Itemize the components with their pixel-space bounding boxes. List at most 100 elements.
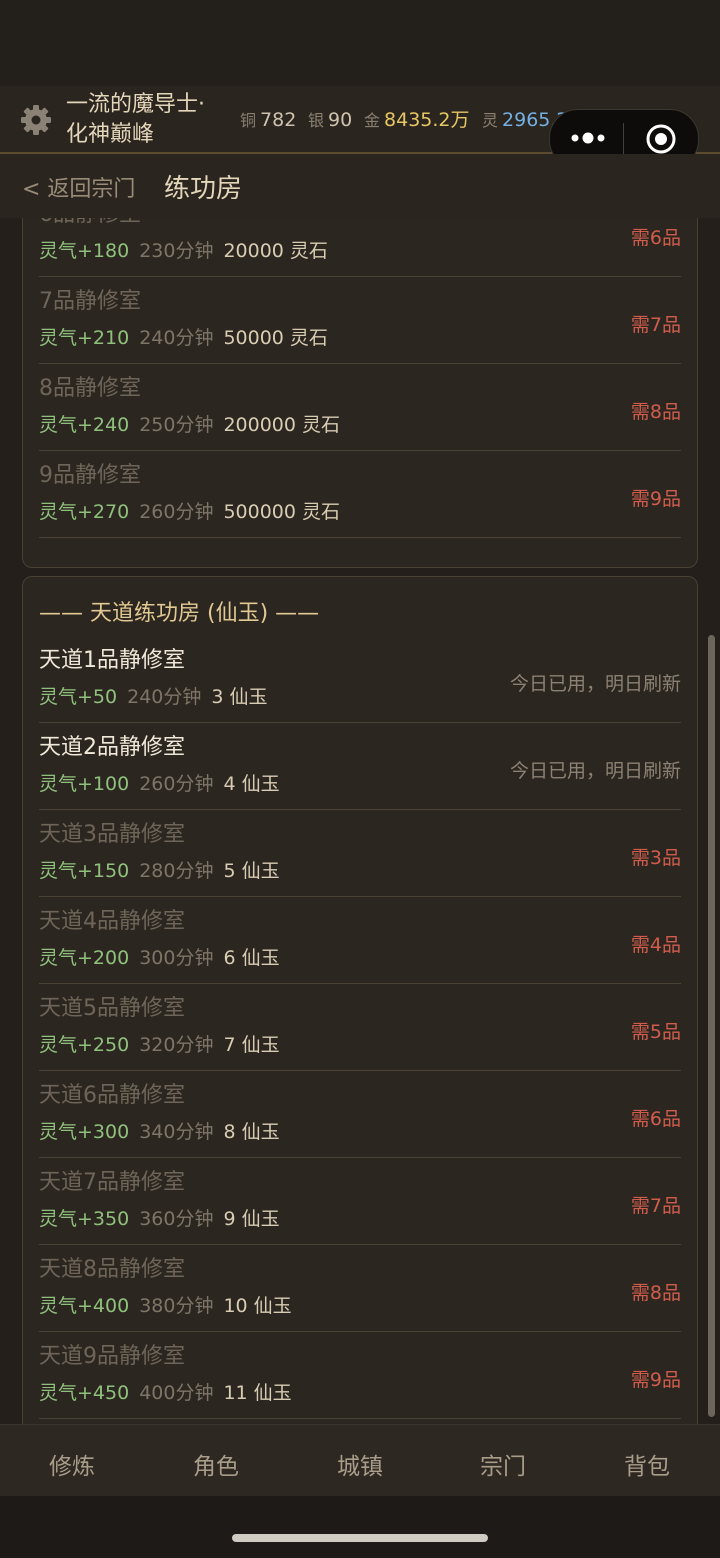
room-requirement: 需9品 xyxy=(630,1369,681,1391)
room-cost: 20000 灵石 xyxy=(223,240,328,262)
room-requirement: 需7品 xyxy=(630,1195,681,1217)
room-item[interactable]: 8品静修室 灵气+240 250分钟 200000 灵石 需8品 xyxy=(39,363,681,451)
room-item[interactable]: 天道3品静修室 灵气+150 280分钟 5 仙玉 需3品 xyxy=(39,809,681,897)
room-name: 8品静修室 xyxy=(39,376,141,401)
system-home-bar xyxy=(0,1496,720,1558)
room-qi: 灵气+250 xyxy=(39,1034,130,1056)
room-cost: 6 仙玉 xyxy=(223,947,280,969)
room-time: 260分钟 xyxy=(139,501,214,523)
room-status: 今日已用，明日刷新 xyxy=(509,760,681,782)
room-cost: 500000 灵石 xyxy=(223,501,341,523)
room-qi: 灵气+180 xyxy=(39,240,130,262)
room-requirement: 需8品 xyxy=(630,401,681,423)
room-item[interactable]: 天道4品静修室 灵气+200 300分钟 6 仙玉 需4品 xyxy=(39,896,681,984)
room-time: 260分钟 xyxy=(139,773,214,795)
room-qi: 灵气+300 xyxy=(39,1121,130,1143)
back-to-sect-link[interactable]: < 返回宗门 xyxy=(22,171,135,203)
room-item[interactable]: 天道2品静修室 灵气+100 260分钟 4 仙玉 今日已用，明日刷新 xyxy=(39,722,681,810)
room-info: 灵气+180 230分钟 20000 灵石 xyxy=(39,239,328,263)
close-miniprogram-icon[interactable] xyxy=(645,123,677,155)
room-info: 灵气+50 240分钟 3 仙玉 xyxy=(39,685,268,709)
silver-currency: 银 90 xyxy=(308,108,352,133)
silver-label: 银 xyxy=(308,111,325,130)
tab-bag[interactable]: 背包 xyxy=(587,1447,707,1481)
tab-sect[interactable]: 宗门 xyxy=(443,1447,563,1481)
tiandao-room-card: —— 天道练功房 (仙玉) —— 天道1品静修室 灵气+50 240分钟 3 仙玉 … xyxy=(22,576,698,1424)
room-item[interactable]: 天道6品静修室 灵气+300 340分钟 8 仙玉 需6品 xyxy=(39,1070,681,1158)
room-name: 天道7品静修室 xyxy=(39,1170,185,1195)
spirit-label: 灵 xyxy=(482,111,499,130)
room-requirement: 需4品 xyxy=(630,934,681,956)
bottom-tab-bar: 修炼 角色 城镇 宗门 背包 xyxy=(0,1424,720,1497)
room-qi: 灵气+210 xyxy=(39,327,130,349)
room-name: 天道9品静修室 xyxy=(39,1344,185,1369)
home-indicator[interactable] xyxy=(232,1534,488,1542)
room-item[interactable]: 天道7品静修室 灵气+350 360分钟 9 仙玉 需7品 xyxy=(39,1157,681,1245)
room-name: 天道8品静修室 xyxy=(39,1257,185,1282)
room-cost: 7 仙玉 xyxy=(223,1034,280,1056)
room-item[interactable]: 9品静修室 灵气+270 260分钟 500000 灵石 需9品 xyxy=(39,450,681,538)
capsule-divider xyxy=(623,123,624,155)
tab-character[interactable]: 角色 xyxy=(156,1447,276,1481)
player-title-text: 一流的魔导士· xyxy=(66,92,205,117)
room-list-scroll[interactable]: 6品静修室 灵气+180 230分钟 20000 灵石 需6品 7品静修室 灵气+2… xyxy=(0,218,720,1424)
room-info: 灵气+240 250分钟 200000 灵石 xyxy=(39,413,340,437)
room-item[interactable]: 7品静修室 灵气+210 240分钟 50000 灵石 需7品 xyxy=(39,276,681,364)
room-item[interactable]: 天道8品静修室 灵气+400 380分钟 10 仙玉 需8品 xyxy=(39,1244,681,1332)
room-qi: 灵气+100 xyxy=(39,773,130,795)
system-status-bar xyxy=(0,0,720,86)
section-title: —— 天道练功房 (仙玉) —— xyxy=(39,601,320,626)
room-requirement: 需3品 xyxy=(630,847,681,869)
room-cost: 5 仙玉 xyxy=(223,860,280,882)
room-item[interactable]: 天道5品静修室 灵气+250 320分钟 7 仙玉 需5品 xyxy=(39,983,681,1071)
room-cost: 11 仙玉 xyxy=(223,1382,292,1404)
scrollbar[interactable] xyxy=(708,635,715,1417)
room-name: 天道2品静修室 xyxy=(39,735,185,760)
room-cost: 9 仙玉 xyxy=(223,1208,280,1230)
room-info: 灵气+210 240分钟 50000 灵石 xyxy=(39,326,328,350)
copper-value: 782 xyxy=(260,109,297,131)
player-realm-text: 化神巅峰 xyxy=(66,122,155,147)
room-name: 天道3品静修室 xyxy=(39,822,185,847)
gear-icon[interactable] xyxy=(18,102,54,138)
room-name: 天道4品静修室 xyxy=(39,909,185,934)
room-time: 380分钟 xyxy=(139,1295,214,1317)
room-info: 灵气+150 280分钟 5 仙玉 xyxy=(39,859,280,883)
copper-label: 铜 xyxy=(240,111,257,130)
room-requirement: 需6品 xyxy=(630,227,681,249)
room-info: 灵气+250 320分钟 7 仙玉 xyxy=(39,1033,280,1057)
room-requirement: 需7品 xyxy=(630,314,681,336)
room-qi: 灵气+400 xyxy=(39,1295,130,1317)
room-cost: 8 仙玉 xyxy=(223,1121,280,1143)
room-time: 400分钟 xyxy=(139,1382,214,1404)
room-item[interactable]: 6品静修室 灵气+180 230分钟 20000 灵石 需6品 xyxy=(39,218,681,277)
room-qi: 灵气+240 xyxy=(39,414,130,436)
room-time: 320分钟 xyxy=(139,1034,214,1056)
room-qi: 灵气+350 xyxy=(39,1208,130,1230)
regular-room-card: 6品静修室 灵气+180 230分钟 20000 灵石 需6品 7品静修室 灵气+2… xyxy=(22,218,698,568)
player-name: 一流的魔导士· 化神巅峰 xyxy=(66,90,205,150)
room-time: 240分钟 xyxy=(127,686,202,708)
tab-cultivate[interactable]: 修炼 xyxy=(12,1447,132,1481)
room-time: 230分钟 xyxy=(139,240,214,262)
gold-label: 金 xyxy=(364,111,381,130)
room-cost: 10 仙玉 xyxy=(223,1295,292,1317)
tab-town[interactable]: 城镇 xyxy=(300,1447,420,1481)
page-title: 练功房 xyxy=(164,174,243,204)
room-cost: 4 仙玉 xyxy=(223,773,280,795)
room-item[interactable]: 天道1品静修室 灵气+50 240分钟 3 仙玉 今日已用，明日刷新 xyxy=(39,635,681,723)
room-name: 天道5品静修室 xyxy=(39,996,185,1021)
room-qi: 灵气+270 xyxy=(39,501,130,523)
room-time: 280分钟 xyxy=(139,860,214,882)
more-dots-icon[interactable] xyxy=(568,128,608,148)
room-info: 灵气+200 300分钟 6 仙玉 xyxy=(39,946,280,970)
room-cost: 200000 灵石 xyxy=(223,414,341,436)
room-cost: 50000 灵石 xyxy=(223,327,328,349)
room-qi: 灵气+450 xyxy=(39,1382,130,1404)
room-item[interactable]: 天道9品静修室 灵气+450 400分钟 11 仙玉 需9品 xyxy=(39,1331,681,1419)
room-info: 灵气+300 340分钟 8 仙玉 xyxy=(39,1120,280,1144)
room-name: 天道6品静修室 xyxy=(39,1083,185,1108)
room-time: 300分钟 xyxy=(139,947,214,969)
room-time: 240分钟 xyxy=(139,327,214,349)
room-requirement: 需9品 xyxy=(630,488,681,510)
